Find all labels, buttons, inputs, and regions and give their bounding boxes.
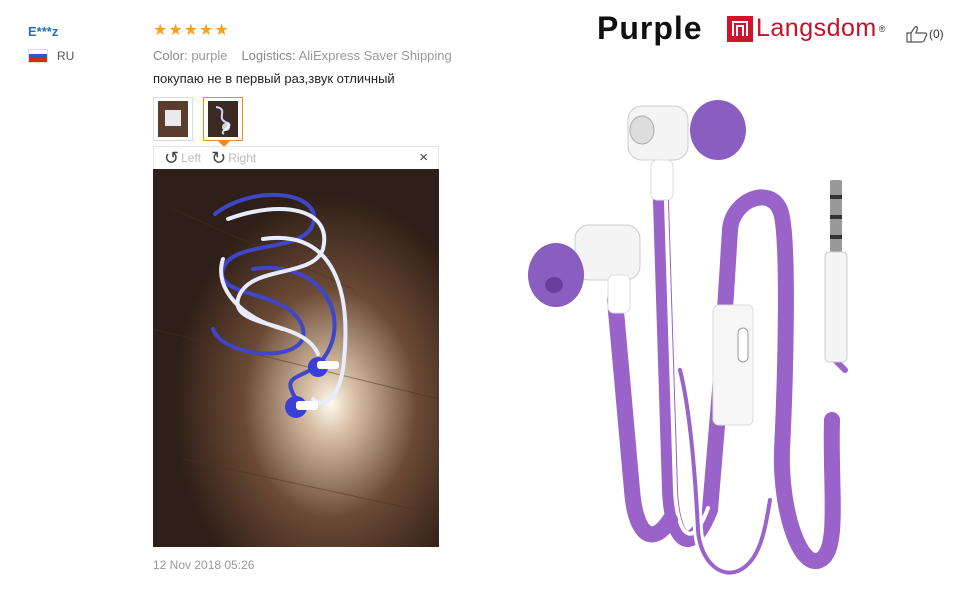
product-color-heading: Purple [597, 10, 703, 46]
rotate-right-icon: ↻ [211, 148, 227, 168]
thumbnail-2[interactable] [203, 97, 243, 147]
image-viewer-toolbar: ↺ Left ↻ Right × [153, 146, 439, 169]
logistics-value: AliExpress Saver Shipping [298, 48, 452, 63]
brand-mark-icon [727, 15, 753, 42]
helpful-button[interactable]: (0) [905, 25, 944, 43]
star-rating: ★ ★ ★ ★ ★ [153, 22, 483, 40]
close-icon[interactable]: × [419, 149, 428, 166]
reviewer-name[interactable]: E***z [28, 24, 74, 39]
thumbnail-image [158, 101, 188, 137]
brand-mark-glyph [732, 20, 748, 36]
thumbnail-image [208, 101, 238, 137]
star-icon: ★ [214, 22, 229, 39]
rotate-right-label: Right [228, 151, 257, 165]
star-icon: ★ [183, 22, 199, 39]
review-block: ★ ★ ★ ★ ★ Color: purple Logistics: AliEx… [153, 22, 483, 87]
rotate-left-button[interactable]: ↺ Left [164, 149, 201, 167]
product-image[interactable] [520, 90, 880, 590]
star-icon: ★ [199, 22, 214, 39]
logistics-label: Logistics: [241, 48, 296, 63]
rotate-left-label: Left [181, 151, 202, 165]
color-label: Color: [153, 48, 188, 63]
review-meta: Color: purple Logistics: AliExpress Save… [153, 48, 483, 63]
review-thumbnails [153, 97, 243, 147]
thumbnail-1[interactable] [153, 97, 193, 141]
review-date: 12 Nov 2018 05:26 [153, 558, 255, 572]
country-code: RU [57, 49, 75, 63]
brand-name: Langsdom [756, 14, 877, 42]
reviewer-country: RU [28, 49, 74, 63]
review-comment: покупаю не в первый раз,звук отличный [153, 71, 395, 86]
russia-flag-icon [28, 49, 48, 63]
brand-logo: Langsdom ® [727, 14, 885, 43]
star-icon: ★ [168, 22, 183, 39]
color-value: purple [191, 48, 228, 63]
star-icon: ★ [153, 22, 168, 39]
rotate-left-icon: ↺ [164, 148, 180, 168]
brand-registered-mark: ® [878, 23, 886, 34]
helpful-count: (0) [929, 27, 944, 41]
rotate-right-button[interactable]: ↻ Right [211, 149, 256, 167]
review-photo[interactable] [153, 169, 439, 547]
reviewer-info: E***z RU [28, 24, 74, 63]
thumbs-up-icon [906, 26, 928, 43]
